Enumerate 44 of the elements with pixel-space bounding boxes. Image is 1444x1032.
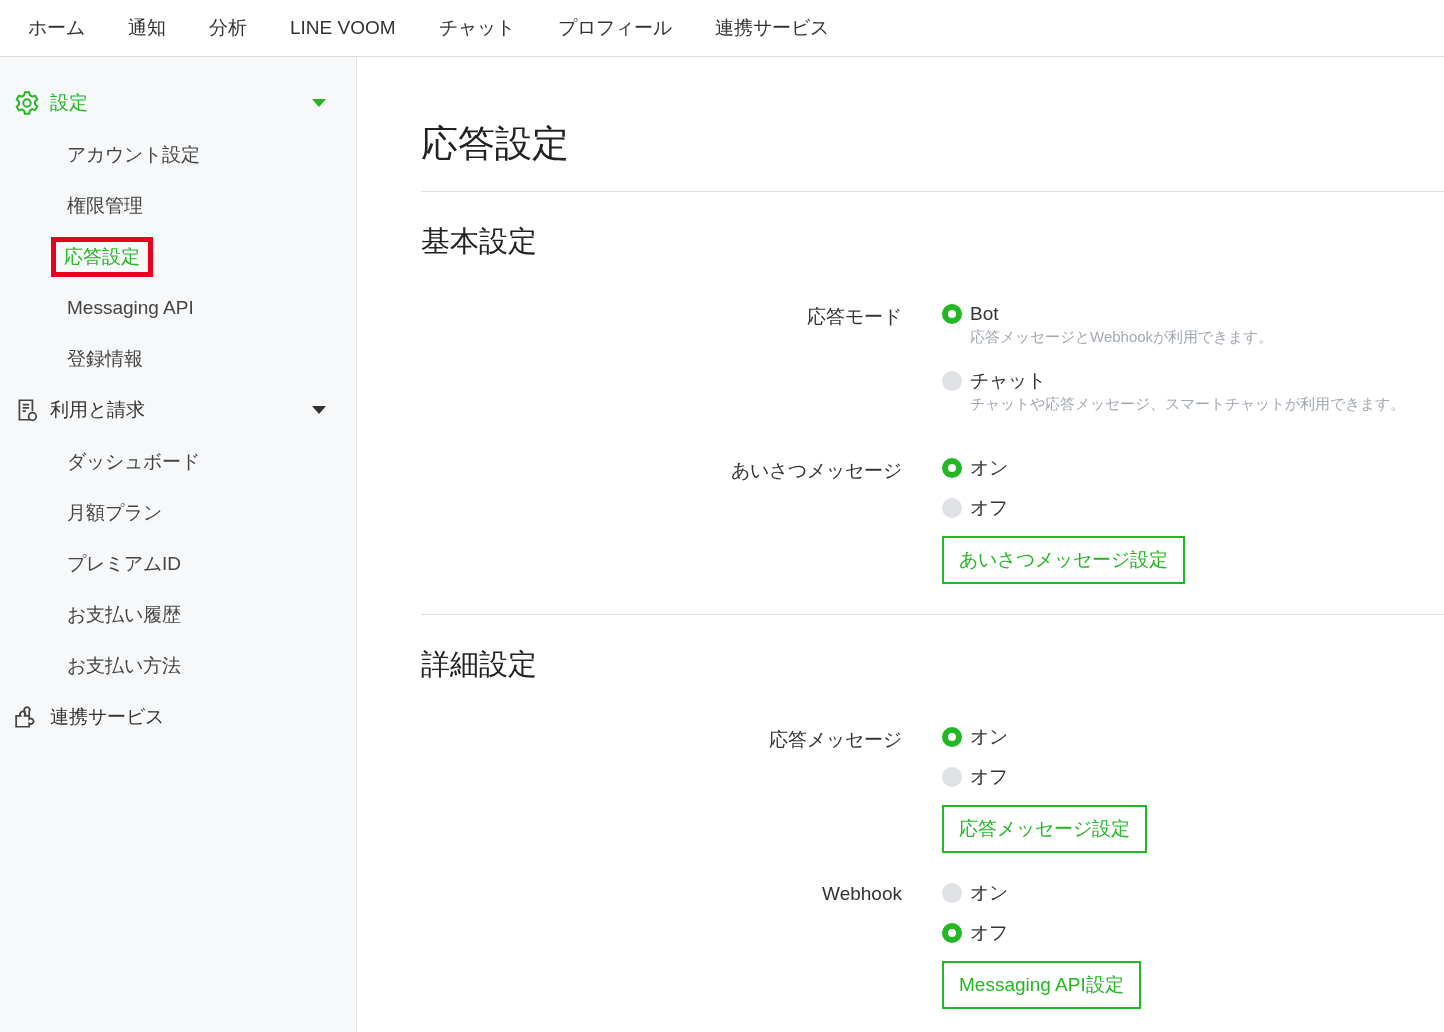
settings-icon xyxy=(14,90,40,116)
radio-button[interactable] xyxy=(942,458,962,478)
radio-button[interactable] xyxy=(942,923,962,943)
sidebar-item[interactable]: 登録情報 xyxy=(67,345,143,372)
radio-button[interactable] xyxy=(942,498,962,518)
option-label: オフ xyxy=(970,765,1008,789)
nav-tab[interactable]: チャット xyxy=(438,15,515,41)
radio-button[interactable] xyxy=(942,883,962,903)
sidebar-item[interactable]: アカウント設定 xyxy=(67,141,200,168)
option-label: Bot xyxy=(970,303,999,325)
setting-label: 応答モード xyxy=(806,305,902,329)
nav-tab[interactable]: LINE VOOM xyxy=(290,17,396,39)
nav-tab[interactable]: 通知 xyxy=(128,15,166,41)
option-label: オン xyxy=(970,725,1008,749)
option-label: チャット xyxy=(970,369,1046,393)
option-label: オフ xyxy=(970,496,1008,520)
radio-button[interactable] xyxy=(942,371,962,391)
sidebar-item[interactable]: プレミアムID xyxy=(67,550,181,577)
section-title: 基本設定 xyxy=(421,224,538,259)
sidebar-item[interactable]: お支払い方法 xyxy=(67,652,181,679)
setting-label: あいさつメッセージ xyxy=(730,459,902,483)
sidebar-group[interactable]: 利用と請求 xyxy=(0,384,356,436)
radio-button[interactable] xyxy=(942,767,962,787)
nav-tab[interactable]: 連携サービス xyxy=(714,15,829,41)
sidebar-group[interactable]: 連携サービス xyxy=(0,691,356,743)
option-description: 応答メッセージとWebhookが利用できます。 xyxy=(970,328,1275,347)
sidebar-item[interactable]: お支払い履歴 xyxy=(67,601,181,628)
sidebar-item[interactable]: 月額プラン xyxy=(67,499,162,526)
option-description: チャットや応答メッセージ、スマートチャットが利用できます。 xyxy=(970,395,1405,414)
radio-button[interactable] xyxy=(942,727,962,747)
nav-tab[interactable]: 分析 xyxy=(209,15,247,41)
setting-label: Webhook xyxy=(821,882,902,906)
page-title: 応答設定 xyxy=(421,119,1444,192)
sidebar-item[interactable]: ダッシュボード xyxy=(67,448,200,475)
nav-tab[interactable]: ホーム xyxy=(28,15,85,41)
sidebar-item[interactable]: 権限管理 xyxy=(67,192,143,219)
sidebar-item[interactable]: Messaging API xyxy=(67,296,194,319)
option-label: オン xyxy=(970,456,1008,480)
section-title: 詳細設定 xyxy=(421,647,538,682)
setting-label: 応答メッセージ xyxy=(768,728,902,752)
option-label: オン xyxy=(970,881,1008,905)
nav-tab[interactable]: プロフィール xyxy=(557,15,672,41)
radio-button[interactable] xyxy=(942,304,962,324)
option-label: オフ xyxy=(970,921,1008,945)
